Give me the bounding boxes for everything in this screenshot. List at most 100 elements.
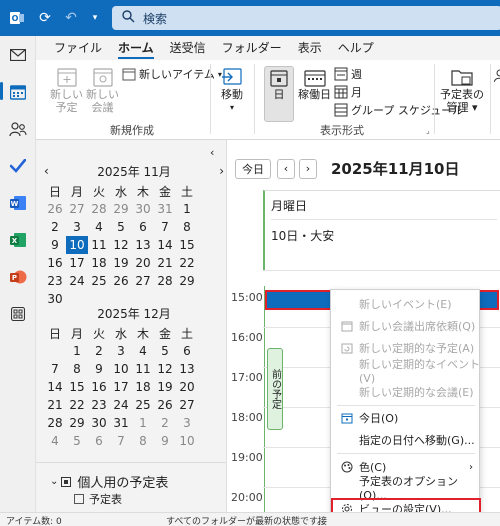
calendar-day[interactable]: 19	[154, 378, 176, 396]
calendar-day[interactable]: 23	[44, 272, 66, 290]
tab-view[interactable]: 表示	[290, 36, 330, 60]
calendar-day[interactable]: 16	[88, 378, 110, 396]
calendar-day[interactable]: 10	[110, 360, 132, 378]
day-view-button[interactable]: 日	[267, 68, 291, 101]
tab-send-receive[interactable]: 送受信	[162, 36, 214, 60]
calendar-day[interactable]: 4	[44, 432, 66, 450]
calendar-day[interactable]: 28	[154, 272, 176, 290]
calendar-day[interactable]: 1	[132, 414, 154, 432]
week-view-button[interactable]: 週	[334, 66, 362, 82]
calendar-list-item[interactable]: 予定表	[74, 491, 122, 507]
calendar-day[interactable]: 30	[132, 200, 154, 218]
calendar-day[interactable]: 10	[176, 432, 198, 450]
calendar-day[interactable]: 24	[66, 272, 88, 290]
calendar-day[interactable]: 26	[154, 396, 176, 414]
calendar-day[interactable]: 9	[88, 360, 110, 378]
collapse-pane-icon[interactable]: ‹	[210, 146, 214, 159]
powerpoint-icon[interactable]: P	[0, 258, 36, 295]
menu-new-event[interactable]: 新しいイベント(E)	[331, 294, 481, 314]
menu-new-recurring-event[interactable]: 新しい定期的なイベント(V)	[331, 358, 481, 385]
calendar-day[interactable]: 7	[110, 432, 132, 450]
calendar-day[interactable]: 8	[176, 218, 198, 236]
calendar-day[interactable]: 14	[44, 378, 66, 396]
calendar-day[interactable]: 8	[66, 360, 88, 378]
calendar-day[interactable]: 15	[176, 236, 198, 254]
move-button[interactable]: 移動 ▾	[220, 66, 244, 114]
calendar-day[interactable]: 31	[110, 414, 132, 432]
calendar-day[interactable]: 12	[110, 236, 132, 254]
my-calendars-group[interactable]: ⌄ 個人用の予定表	[50, 472, 168, 491]
month-view-button[interactable]: 月	[334, 84, 362, 100]
calendar-day[interactable]: 28	[88, 200, 110, 218]
calendar-day[interactable]: 13	[132, 236, 154, 254]
calendar-day[interactable]: 15	[66, 378, 88, 396]
calendar-day[interactable]: 18	[88, 254, 110, 272]
calendar-day[interactable]: 5	[66, 432, 88, 450]
calendar-day[interactable]: 13	[176, 360, 198, 378]
calendar-day[interactable]: 2	[88, 342, 110, 360]
calendar-day[interactable]: 16	[44, 254, 66, 272]
calendar-day[interactable]: 20	[176, 378, 198, 396]
people-icon[interactable]	[0, 110, 36, 147]
calendar-day[interactable]: 17	[110, 378, 132, 396]
calendar-day[interactable]: 5	[154, 342, 176, 360]
calendar-day[interactable]: 2	[154, 414, 176, 432]
today-button[interactable]: 今日	[235, 158, 271, 179]
calendar-day[interactable]: 29	[66, 414, 88, 432]
excel-icon[interactable]: X	[0, 221, 36, 258]
send-receive-icon[interactable]: ⟳	[34, 7, 56, 29]
calendar-day[interactable]: 4	[88, 218, 110, 236]
calendar-day[interactable]: 14	[154, 236, 176, 254]
calendar-day[interactable]: 25	[132, 396, 154, 414]
calendar-day[interactable]: 11	[132, 360, 154, 378]
calendar-day[interactable]: 26	[110, 272, 132, 290]
prev-month-icon[interactable]: ‹	[44, 164, 49, 178]
calendar-day[interactable]: 24	[110, 396, 132, 414]
calendar-checkbox[interactable]	[74, 494, 84, 504]
undo-icon[interactable]: ↶	[60, 7, 82, 29]
menu-new-meeting[interactable]: 新しい会議出席依頼(Q)	[331, 316, 481, 336]
calendar-day[interactable]: 30	[88, 414, 110, 432]
word-icon[interactable]: W	[0, 184, 36, 221]
prev-day-button[interactable]: ‹	[277, 158, 295, 179]
calendar-day[interactable]: 9	[154, 432, 176, 450]
calendar-day[interactable]: 29	[176, 272, 198, 290]
new-appointment-button[interactable]: 新しい 予定	[50, 66, 83, 114]
menu-today[interactable]: 今日(O)	[331, 408, 481, 428]
menu-go-to-date[interactable]: 指定の日付へ移動(G)...	[331, 430, 481, 450]
calendar-day[interactable]: 12	[154, 360, 176, 378]
dialog-launcher-icon[interactable]: ⌟	[426, 122, 430, 138]
calendar-day[interactable]: 7	[44, 360, 66, 378]
calendar-day[interactable]: 1	[66, 342, 88, 360]
calendar-day[interactable]: 27	[132, 272, 154, 290]
calendar-day[interactable]: 9	[44, 236, 66, 254]
search-box[interactable]: 検索	[112, 6, 500, 30]
tab-file[interactable]: ファイル	[46, 36, 110, 60]
calendar-day[interactable]: 2	[44, 218, 66, 236]
selected-day[interactable]: 10	[66, 236, 88, 254]
calendar-day[interactable]: 4	[132, 342, 154, 360]
manage-calendars-button[interactable]: 予定表の 管理 ▾	[440, 66, 484, 114]
mail-icon[interactable]	[0, 36, 36, 73]
quick-access-dropdown-icon[interactable]: ▾	[84, 7, 106, 29]
next-month-icon[interactable]: ›	[219, 164, 224, 178]
calendar-day[interactable]: 22	[176, 254, 198, 272]
calendar-day[interactable]: 6	[176, 342, 198, 360]
calendar-day[interactable]: 29	[110, 200, 132, 218]
menu-new-recurring-meeting[interactable]: 新しい定期的な会議(E)	[331, 382, 481, 402]
calendar-day[interactable]: 3	[176, 414, 198, 432]
apps-icon[interactable]	[0, 295, 36, 332]
calendar-day[interactable]: 25	[88, 272, 110, 290]
calendar-day[interactable]: 17	[66, 254, 88, 272]
next-day-button[interactable]: ›	[299, 158, 317, 179]
people-icon[interactable]	[494, 68, 500, 84]
calendar-day[interactable]: 6	[88, 432, 110, 450]
calendar-day[interactable]: 19	[110, 254, 132, 272]
calendar-day[interactable]: 21	[154, 254, 176, 272]
calendar-day[interactable]: 26	[44, 200, 66, 218]
calendar-day[interactable]: 23	[88, 396, 110, 414]
calendar-day[interactable]: 5	[110, 218, 132, 236]
menu-calendar-options[interactable]: 予定表のオプション(O)...	[331, 475, 481, 502]
work-week-button[interactable]: 稼働日	[298, 68, 331, 101]
calendar-day[interactable]: 21	[44, 396, 66, 414]
